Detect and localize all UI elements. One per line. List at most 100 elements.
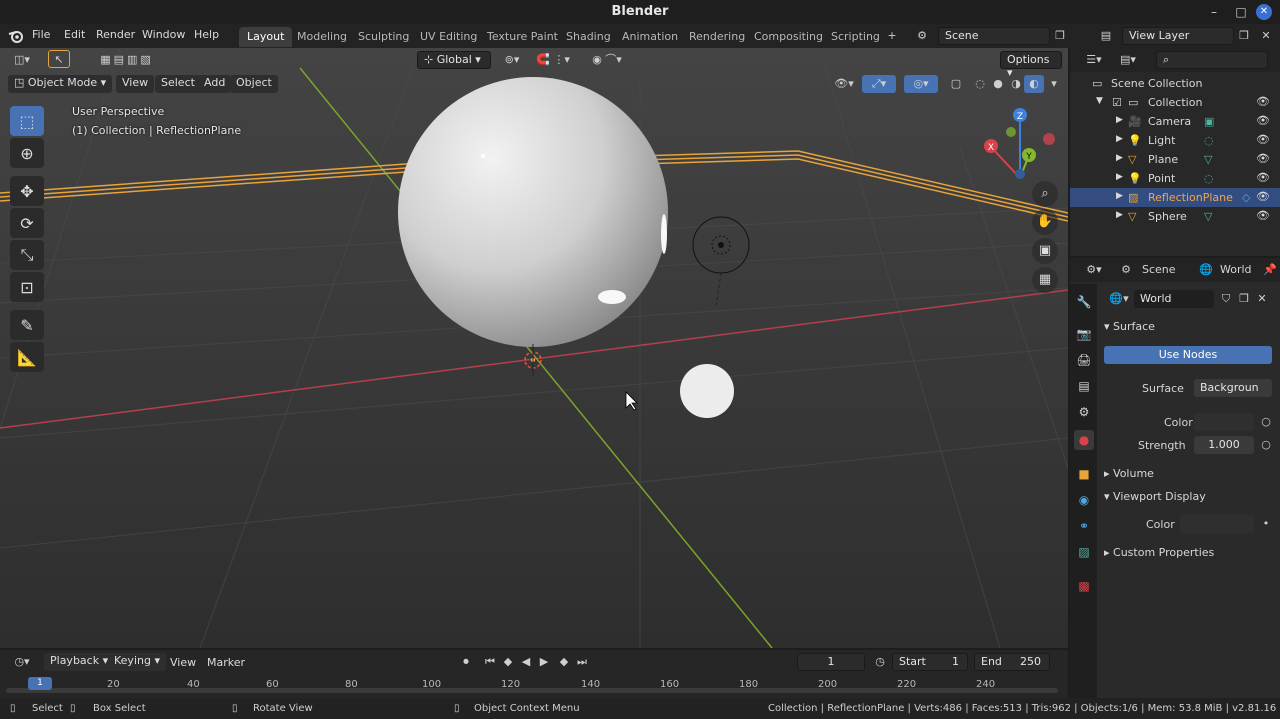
- options-dropdown[interactable]: Options ▾: [1000, 51, 1062, 79]
- color-swatch[interactable]: [1194, 413, 1254, 431]
- record-icon[interactable]: ⏺: [456, 653, 476, 671]
- eye-icon[interactable]: 👁: [1256, 209, 1270, 222]
- tab-modeling[interactable]: Modeling: [289, 27, 355, 47]
- timeline-editor-icon[interactable]: ◷▾: [8, 653, 36, 671]
- viewport-display-panel-header[interactable]: ▾ Viewport Display: [1104, 490, 1206, 503]
- annotate-tool-icon[interactable]: ✎: [10, 310, 44, 340]
- tab-layout[interactable]: Layout: [239, 27, 293, 47]
- overlay-toggle-icon[interactable]: ◎▾: [904, 75, 938, 93]
- tab-texture-paint[interactable]: Texture Paint: [479, 27, 566, 47]
- pivot-icon[interactable]: ⊚▾: [498, 51, 526, 69]
- tool-tab-icon[interactable]: 🔧: [1074, 292, 1094, 312]
- world-browse-icon[interactable]: 🌐▾: [1104, 290, 1134, 308]
- outliner-search-input[interactable]: ⌕: [1156, 51, 1268, 69]
- tab-uv-editing[interactable]: UV Editing: [412, 27, 485, 47]
- orientation-dropdown[interactable]: ⊹ Global ▾: [417, 51, 491, 69]
- node-link-icon[interactable]: ○: [1256, 413, 1276, 431]
- outliner-item-sphere[interactable]: ▶ ▽ Sphere ▽ 👁: [1070, 207, 1280, 226]
- 3d-viewport[interactable]: Z X Y User Perspective (1) Collection | …: [0, 48, 1068, 648]
- remove-view-layer-icon[interactable]: ✕: [1256, 27, 1276, 45]
- fake-user-icon[interactable]: ⛉: [1216, 290, 1236, 308]
- new-scene-icon[interactable]: ❐: [1050, 27, 1070, 45]
- close-icon[interactable]: ✕: [1256, 4, 1272, 20]
- selection-mode-icons[interactable]: ▦▤▥▧: [82, 51, 172, 69]
- rotate-tool-icon[interactable]: ⟳: [10, 208, 44, 238]
- data-tab-icon[interactable]: ▨: [1074, 542, 1094, 562]
- duplicate-icon[interactable]: ❐: [1234, 290, 1254, 308]
- eye-icon[interactable]: 👁: [1256, 114, 1270, 127]
- next-keyframe-icon[interactable]: ◆: [554, 653, 574, 671]
- marker-menu[interactable]: Marker: [207, 656, 245, 669]
- expand-icon[interactable]: ▶: [1116, 134, 1123, 144]
- menu-edit[interactable]: Edit: [64, 28, 85, 41]
- expand-icon[interactable]: ▶: [1116, 191, 1123, 201]
- expand-icon[interactable]: ▶: [1116, 172, 1123, 182]
- prev-keyframe-icon[interactable]: ◆: [498, 653, 518, 671]
- cursor-tool-icon[interactable]: ⊕: [10, 138, 44, 168]
- ortho-grid-icon[interactable]: ▦: [1032, 267, 1058, 293]
- outliner-scene-collection[interactable]: ▭ Scene Collection: [1070, 74, 1280, 93]
- view-layer-tab-icon[interactable]: ▤: [1074, 376, 1094, 396]
- scene-tab-icon[interactable]: ⚙: [1074, 402, 1094, 422]
- display-mode-icon[interactable]: ▤▾: [1114, 51, 1142, 69]
- expand-icon[interactable]: ▶: [1116, 210, 1123, 220]
- proportional-edit-icon[interactable]: ◉ ⌒▾: [582, 51, 632, 69]
- tab-scripting[interactable]: Scripting: [823, 27, 888, 47]
- pan-hand-icon[interactable]: ✋: [1032, 209, 1058, 235]
- material-shading-icon[interactable]: ◑: [1006, 75, 1026, 93]
- strength-field[interactable]: 1.000: [1194, 436, 1254, 454]
- minimize-icon[interactable]: –: [1206, 4, 1222, 20]
- object-tab-icon[interactable]: ■: [1074, 464, 1094, 484]
- render-tab-icon[interactable]: 📷: [1074, 324, 1094, 344]
- vd-color-swatch[interactable]: [1180, 515, 1254, 533]
- outliner-collection[interactable]: ▼ ☑ ▭ Collection 👁: [1070, 93, 1280, 112]
- custom-properties-panel-header[interactable]: ▸ Custom Properties: [1104, 546, 1214, 559]
- zoom-icon[interactable]: ⌕: [1032, 181, 1058, 207]
- tab-rendering[interactable]: Rendering: [681, 27, 753, 47]
- volume-panel-header[interactable]: ▸ Volume: [1104, 467, 1154, 480]
- eye-icon[interactable]: 👁: [1256, 95, 1270, 108]
- node-link-icon[interactable]: ○: [1256, 436, 1276, 454]
- eye-icon[interactable]: 👁: [1256, 152, 1270, 165]
- mode-dropdown[interactable]: ◳ Object Mode ▾: [8, 75, 113, 93]
- wireframe-shading-icon[interactable]: ◌: [970, 75, 990, 93]
- play-reverse-icon[interactable]: ◀: [516, 653, 536, 671]
- gizmo-toggle-icon[interactable]: ⤢▾: [862, 75, 896, 93]
- eye-icon[interactable]: 👁: [1256, 171, 1270, 184]
- constraints-tab-icon[interactable]: ⚭: [1074, 516, 1094, 536]
- menu-file[interactable]: File: [32, 28, 50, 41]
- outliner-item-light[interactable]: ▶ 💡 Light ◌ 👁: [1070, 131, 1280, 150]
- move-tool-icon[interactable]: ✥: [10, 176, 44, 206]
- tab-animation[interactable]: Animation: [614, 27, 686, 47]
- world-name-field[interactable]: World: [1134, 290, 1214, 308]
- menu-window[interactable]: Window: [142, 28, 185, 41]
- pin-icon[interactable]: 📌: [1260, 261, 1280, 279]
- view-layer-field[interactable]: View Layer: [1122, 27, 1234, 45]
- outliner-item-point[interactable]: ▶ 💡 Point ◌ 👁: [1070, 169, 1280, 188]
- editor-type-icon[interactable]: ◫▾: [8, 51, 36, 69]
- tab-sculpting[interactable]: Sculpting: [350, 27, 417, 47]
- snap-icon[interactable]: 🧲 ⋮▾: [528, 51, 578, 69]
- measure-tool-icon[interactable]: 📐: [10, 342, 44, 372]
- view-layer-icon[interactable]: ▤: [1096, 27, 1116, 45]
- rendered-shading-icon[interactable]: ◐: [1024, 75, 1044, 93]
- play-icon[interactable]: ▶: [534, 653, 554, 671]
- surface-panel-header[interactable]: ▾ Surface: [1104, 320, 1155, 333]
- solid-shading-icon[interactable]: ●: [988, 75, 1008, 93]
- menu-help[interactable]: Help: [194, 28, 219, 41]
- checkbox-icon[interactable]: ☑: [1112, 96, 1122, 109]
- menu-render[interactable]: Render: [96, 28, 135, 41]
- view-menu[interactable]: View: [116, 75, 155, 93]
- jump-start-icon[interactable]: ⏮: [480, 653, 500, 671]
- timeline-view-menu[interactable]: View: [170, 656, 196, 669]
- output-tab-icon[interactable]: 🖨: [1074, 350, 1094, 370]
- expand-icon[interactable]: ▶: [1116, 115, 1123, 125]
- properties-editor-icon[interactable]: ⚙▾: [1080, 261, 1108, 279]
- outliner-item-camera[interactable]: ▶ 🎥 Camera ▣ 👁: [1070, 112, 1280, 131]
- outliner-editor-icon[interactable]: ☰▾: [1080, 51, 1108, 69]
- expand-icon[interactable]: ▶: [1116, 153, 1123, 163]
- keyframe-dot-icon[interactable]: •: [1256, 515, 1276, 533]
- eye-icon[interactable]: 👁: [1256, 133, 1270, 146]
- visibility-icon[interactable]: 👁▾: [830, 75, 858, 93]
- use-nodes-button[interactable]: Use Nodes: [1104, 346, 1272, 364]
